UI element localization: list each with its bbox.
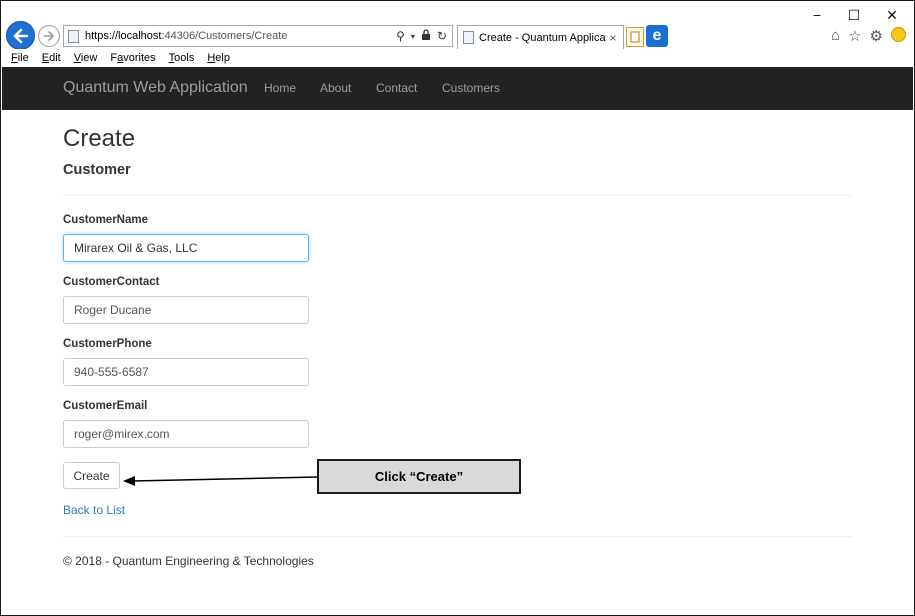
dropdown-icon[interactable]: ▾ (411, 32, 415, 41)
browser-tab[interactable]: Create - Quantum Applicati × (457, 25, 624, 49)
feedback-smiley-icon[interactable] (891, 27, 906, 42)
favorites-star-icon[interactable]: ☆ (848, 27, 861, 45)
arrow-left-icon (13, 28, 28, 43)
customer-contact-input[interactable] (63, 296, 309, 324)
back-to-list-link[interactable]: Back to List (63, 503, 125, 517)
refresh-icon[interactable]: ↻ (437, 29, 447, 43)
browser-window: https://localhost:44306/Customers/Create… (0, 0, 915, 616)
forward-button[interactable] (38, 25, 60, 47)
nav-contact[interactable]: Contact (376, 81, 417, 95)
menu-view[interactable]: View (74, 52, 98, 64)
menu-tools[interactable]: Tools (169, 52, 195, 64)
menu-edit[interactable]: Edit (42, 52, 61, 64)
home-icon[interactable]: ⌂ (831, 27, 840, 45)
menu-help[interactable]: Help (207, 52, 230, 64)
customer-email-label: CustomerEmail (63, 400, 148, 412)
lock-icon[interactable] (421, 29, 431, 43)
callout-text: Click “Create” (374, 469, 464, 484)
callout-box: Click “Create” (317, 459, 521, 494)
page-title: Create (63, 125, 136, 152)
brand-link[interactable]: Quantum Web Application (63, 79, 248, 97)
customer-email-input[interactable] (63, 420, 309, 448)
site-navbar: Quantum Web Application Home About Conta… (2, 67, 913, 110)
back-button[interactable] (6, 21, 35, 50)
menu-bar: File Edit View Favorites Tools Help (1, 49, 914, 67)
callout-arrow (123, 476, 318, 486)
tab-page-icon (463, 31, 474, 44)
search-icon[interactable]: ⚲ (396, 29, 405, 43)
customer-phone-input[interactable] (63, 358, 309, 386)
customer-name-input[interactable] (63, 234, 309, 262)
new-tab-icon (630, 31, 640, 43)
edge-icon[interactable]: e (646, 25, 668, 47)
menu-favorites[interactable]: Favorites (110, 52, 155, 64)
new-tab-button[interactable] (626, 27, 644, 47)
nav-home[interactable]: Home (264, 81, 296, 95)
close-window-button[interactable]: ✕ (882, 7, 902, 24)
footer-text: © 2018 - Quantum Engineering & Technolog… (63, 554, 314, 568)
divider (63, 195, 852, 196)
settings-gear-icon[interactable]: ⚙ (870, 27, 883, 45)
customer-name-label: CustomerName (63, 214, 148, 226)
url-path: :44306/Customers/Create (161, 30, 288, 42)
menu-file[interactable]: File (11, 52, 29, 64)
create-button[interactable]: Create (63, 462, 120, 489)
page-icon (68, 29, 79, 43)
nav-about[interactable]: About (320, 81, 351, 95)
customer-contact-label: CustomerContact (63, 276, 160, 288)
minimize-button[interactable]: − (807, 7, 827, 23)
page-subtitle: Customer (63, 162, 131, 178)
customer-phone-label: CustomerPhone (63, 338, 152, 350)
arrow-right-icon (43, 31, 54, 41)
browser-chrome: https://localhost:44306/Customers/Create… (1, 1, 914, 50)
nav-customers[interactable]: Customers (442, 81, 500, 95)
maximize-button[interactable]: ☐ (844, 7, 864, 24)
url-host: https://localhost (85, 30, 162, 42)
footer-divider (63, 536, 852, 537)
address-url[interactable]: https://localhost:44306/Customers/Create (85, 30, 396, 42)
tab-title: Create - Quantum Applicati (479, 31, 606, 44)
address-bar[interactable]: https://localhost:44306/Customers/Create… (63, 25, 453, 47)
close-tab-icon[interactable]: × (606, 31, 620, 45)
